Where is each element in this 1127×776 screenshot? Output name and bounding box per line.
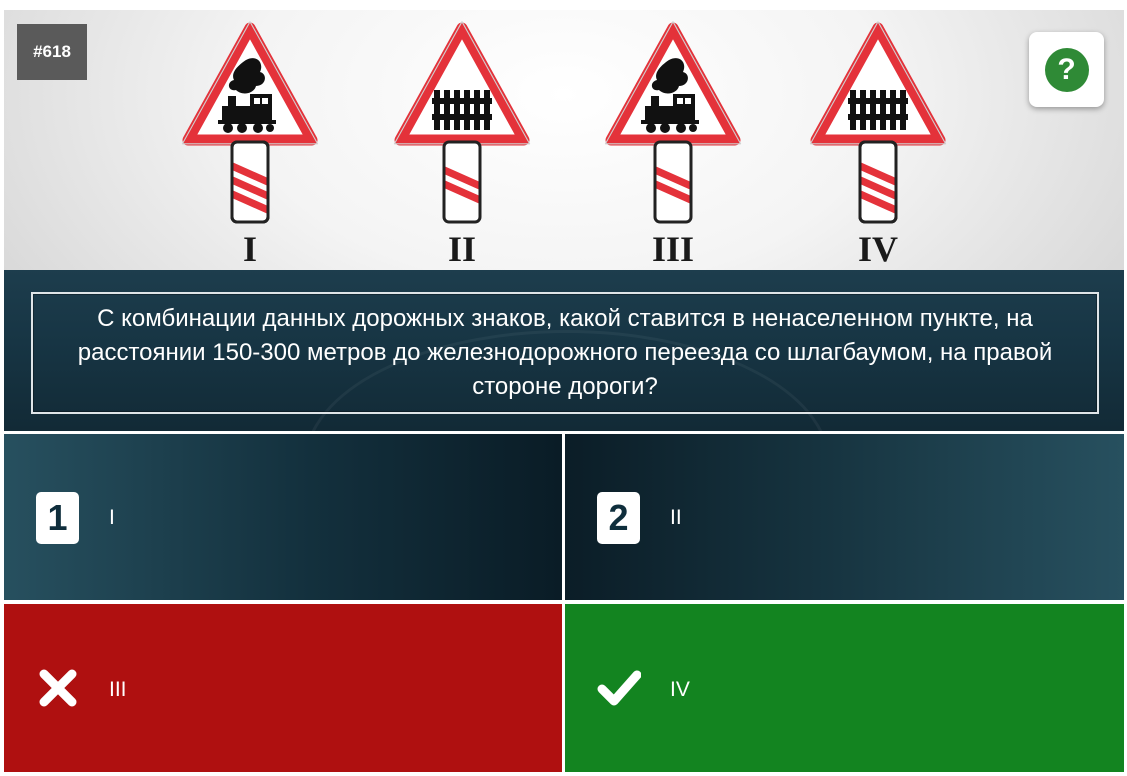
sign-label-3: III [651, 229, 695, 269]
sign-3 [605, 22, 740, 222]
sign-label-2: II [447, 229, 477, 269]
answer-label-2: II [670, 506, 682, 529]
question-image: I II III IV #618 ? С комбинации данных д… [4, 10, 1124, 431]
answer-option-4[interactable]: IV [565, 604, 1124, 772]
question-box: С комбинации данных дорожных знаков, как… [31, 292, 1099, 414]
answer-option-2[interactable]: 2 II [565, 434, 1124, 600]
sign-2 [394, 22, 529, 222]
answer-label-3: III [109, 678, 127, 701]
sign-1 [182, 22, 317, 222]
question-screen: I II III IV #618 ? С комбинации данных д… [4, 10, 1124, 772]
cross-icon [39, 669, 77, 707]
answer-label-4: IV [670, 678, 690, 701]
question-mark-icon: ? [1044, 47, 1089, 92]
signs-illustration [4, 10, 1124, 280]
question-number-badge: #618 [17, 24, 87, 80]
answer-number-1: 1 [36, 492, 79, 544]
answer-option-3[interactable]: III [4, 604, 562, 772]
answer-label-1: I [109, 506, 115, 529]
sign-4 [810, 22, 945, 222]
sign-label-4: IV [857, 229, 898, 269]
sign-label-1: I [242, 229, 257, 269]
answer-option-1[interactable]: 1 I [4, 434, 562, 600]
help-button[interactable]: ? [1029, 32, 1104, 107]
answer-number-2: 2 [597, 492, 640, 544]
check-icon [597, 670, 641, 706]
question-text: С комбинации данных дорожных знаков, как… [77, 305, 1053, 400]
